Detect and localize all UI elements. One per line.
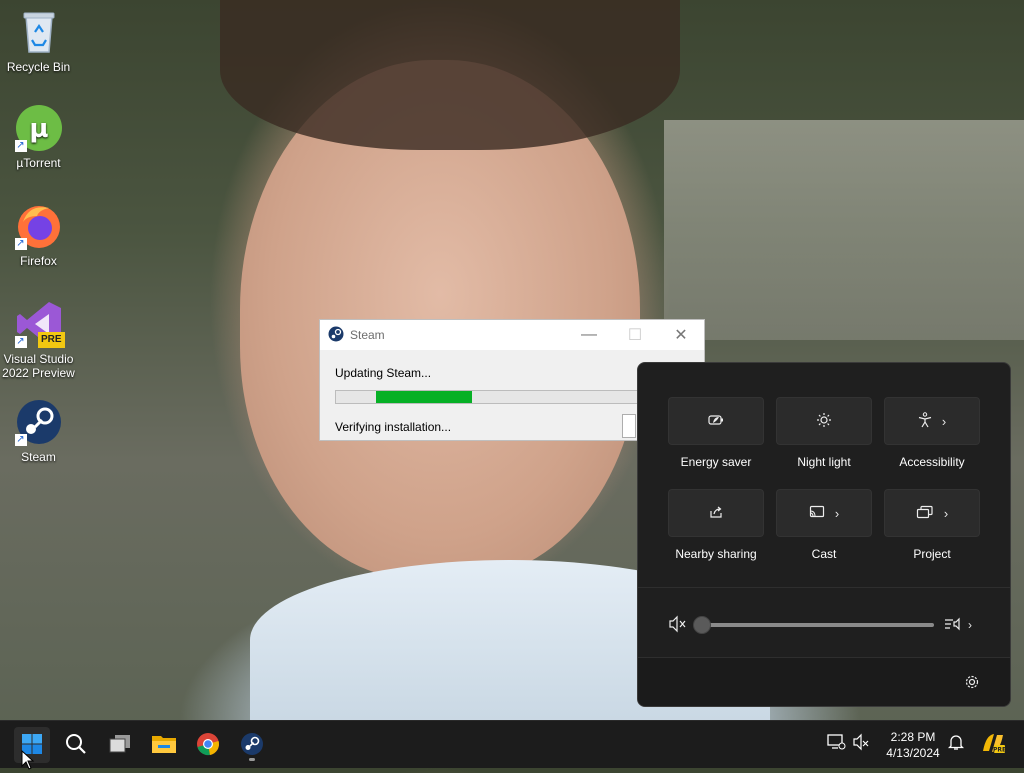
- desktop-icon-label: Firefox: [20, 254, 57, 268]
- desktop-icon-label: Recycle Bin: [6, 60, 71, 74]
- tile-label: Night light: [797, 455, 851, 469]
- cancel-button[interactable]: [622, 414, 636, 438]
- desktop-icon-steam[interactable]: ↗ Steam: [0, 398, 77, 464]
- search-icon: [65, 733, 87, 758]
- chrome-icon: [196, 732, 220, 759]
- tile-cast[interactable]: › Cast: [776, 489, 872, 561]
- tile-project[interactable]: › Project: [884, 489, 980, 561]
- steam-icon: [240, 732, 264, 759]
- svg-text:PRE: PRE: [993, 747, 1006, 754]
- tile-accessibility[interactable]: › Accessibility: [884, 397, 980, 469]
- project-button[interactable]: ›: [884, 489, 980, 537]
- desktop-icon-firefox[interactable]: ↗ Firefox: [0, 202, 77, 268]
- chevron-right-icon: ›: [941, 413, 947, 429]
- chrome-button[interactable]: [190, 727, 226, 763]
- steam-icon: ↗: [14, 398, 63, 446]
- divider: [638, 587, 1010, 588]
- notifications-bell-icon[interactable]: [947, 733, 965, 754]
- svg-text:µ: µ: [29, 114, 48, 144]
- visual-studio-icon: PRE ↗: [14, 300, 65, 348]
- wallpaper-hair: [220, 0, 680, 150]
- volume-row: ›: [668, 613, 980, 637]
- volume-slider-thumb[interactable]: [693, 616, 711, 634]
- tile-label: Cast: [811, 547, 837, 561]
- tile-label: Project: [913, 547, 951, 561]
- utorrent-icon: µ ↗: [14, 104, 63, 152]
- progress-fill: [376, 391, 473, 403]
- search-button[interactable]: [58, 727, 94, 763]
- energy-saver-button[interactable]: [668, 397, 764, 445]
- chevron-right-icon: ›: [943, 505, 949, 521]
- task-view-icon: [108, 734, 132, 757]
- chevron-right-icon: ›: [968, 618, 972, 632]
- maximize-button[interactable]: ☐: [612, 320, 658, 350]
- desktop-icon-recycle-bin[interactable]: Recycle Bin: [0, 8, 77, 74]
- shortcut-arrow-icon: ↗: [14, 238, 27, 250]
- nearby-sharing-button[interactable]: [668, 489, 764, 537]
- quick-settings-panel[interactable]: Energy saver Night light › Accessibility…: [637, 362, 1011, 707]
- volume-muted-icon[interactable]: [668, 615, 688, 636]
- project-icon: [916, 505, 934, 522]
- steam-taskbar-button[interactable]: [234, 727, 270, 763]
- preview-badge: PRE: [37, 332, 65, 348]
- shortcut-arrow-icon: ↗: [14, 336, 27, 348]
- tile-energy-saver[interactable]: Energy saver: [668, 397, 764, 469]
- chevron-right-icon: ›: [834, 505, 840, 521]
- shortcut-arrow-icon: ↗: [14, 140, 27, 152]
- desktop-icon-label: 2022 Preview: [2, 366, 75, 380]
- clock-date: 4/13/2024: [886, 746, 940, 760]
- volume-muted-icon[interactable]: [852, 733, 870, 754]
- settings-gear-icon[interactable]: [964, 674, 980, 693]
- tile-label: Nearby sharing: [675, 547, 757, 561]
- energy-saver-icon: [708, 414, 724, 429]
- close-button[interactable]: ✕: [658, 320, 704, 350]
- desktop-icon-label: µTorrent: [16, 156, 61, 170]
- desktop-icon-label: Visual Studio: [3, 352, 74, 366]
- taskbar: 2:28 PM 4/13/2024 PRE: [0, 720, 1024, 768]
- night-light-icon: [816, 412, 832, 431]
- tile-label: Energy saver: [680, 455, 752, 469]
- wallpaper-background: [664, 120, 1024, 340]
- desktop-icon-label: Steam: [21, 450, 56, 464]
- desktop-icon-utorrent[interactable]: µ ↗ µTorrent: [0, 104, 77, 170]
- system-clock[interactable]: 2:28 PM 4/13/2024: [880, 729, 946, 761]
- desktop-icon-visual-studio[interactable]: PRE ↗ Visual Studio 2022 Preview: [0, 300, 77, 380]
- task-view-button[interactable]: [102, 727, 138, 763]
- tile-night-light[interactable]: Night light: [776, 397, 872, 469]
- shortcut-arrow-icon: ↗: [14, 434, 27, 446]
- quick-settings-footer: [638, 657, 1010, 706]
- mouse-cursor-icon: [21, 749, 35, 773]
- accessibility-button[interactable]: ›: [884, 397, 980, 445]
- clock-time: 2:28 PM: [890, 730, 936, 744]
- file-explorer-button[interactable]: [146, 727, 182, 763]
- cast-button[interactable]: ›: [776, 489, 872, 537]
- tile-label: Accessibility: [899, 455, 965, 469]
- audio-mixer-icon: [944, 616, 962, 635]
- running-indicator: [249, 758, 255, 761]
- window-title: Steam: [350, 328, 385, 342]
- recycle-bin-icon: [15, 8, 63, 56]
- update-progress-bar: [335, 390, 647, 404]
- cast-icon: [809, 505, 825, 522]
- nearby-sharing-icon: [708, 504, 724, 523]
- firefox-icon: ↗: [14, 202, 63, 250]
- accessibility-icon: [918, 411, 932, 431]
- update-status-text: Updating Steam...: [335, 366, 432, 380]
- copilot-icon[interactable]: PRE: [980, 731, 1006, 758]
- steam-icon: [328, 326, 344, 345]
- network-icon[interactable]: [826, 733, 846, 754]
- night-light-button[interactable]: [776, 397, 872, 445]
- audio-output-button[interactable]: ›: [944, 616, 972, 635]
- tile-nearby-sharing[interactable]: Nearby sharing: [668, 489, 764, 561]
- minimize-button[interactable]: —: [566, 320, 612, 350]
- volume-slider[interactable]: [693, 616, 934, 634]
- folder-icon: [151, 733, 177, 758]
